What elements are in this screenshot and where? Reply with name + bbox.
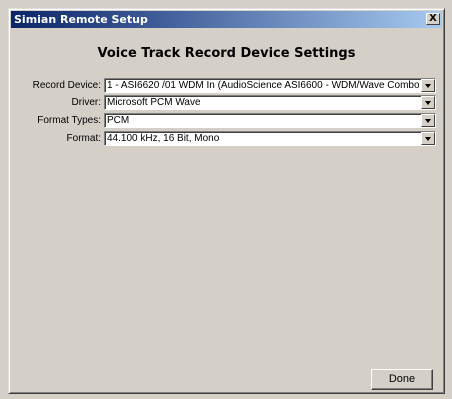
record-device-select[interactable]: 1 - ASI6620 /01 WDM In (AudioScience ASI… (104, 78, 436, 93)
format-types-row: Format Types: PCM (9, 113, 444, 128)
chevron-down-icon[interactable] (421, 96, 435, 109)
chevron-down-icon[interactable] (421, 79, 435, 92)
format-select[interactable]: 44.100 kHz, 16 Bit, Mono (104, 131, 436, 146)
window-title: Simian Remote Setup (14, 13, 148, 26)
close-icon[interactable]: X (426, 13, 440, 25)
record-device-label: Record Device: (32, 80, 101, 91)
driver-select[interactable]: Microsoft PCM Wave (104, 95, 436, 110)
setup-dialog: Simian Remote Setup X Voice Track Record… (8, 8, 445, 394)
format-types-label: Format Types: (37, 115, 101, 126)
title-bar[interactable]: Simian Remote Setup X (11, 11, 442, 28)
format-label: Format: (66, 133, 101, 144)
chevron-down-icon[interactable] (421, 132, 435, 145)
chevron-down-icon[interactable] (421, 114, 435, 127)
format-types-select[interactable]: PCM (104, 113, 436, 128)
done-button[interactable]: Done (371, 369, 433, 390)
format-row: Format: 44.100 kHz, 16 Bit, Mono (9, 131, 444, 146)
driver-label: Driver: (71, 97, 101, 108)
format-value: 44.100 kHz, 16 Bit, Mono (107, 133, 220, 144)
record-device-value: 1 - ASI6620 /01 WDM In (AudioScience ASI… (107, 80, 419, 91)
format-types-value: PCM (107, 115, 130, 126)
record-device-row: Record Device: 1 - ASI6620 /01 WDM In (A… (9, 78, 444, 93)
page-title: Voice Track Record Device Settings (97, 46, 356, 61)
driver-value: Microsoft PCM Wave (107, 97, 201, 108)
driver-row: Driver: Microsoft PCM Wave (9, 95, 444, 110)
